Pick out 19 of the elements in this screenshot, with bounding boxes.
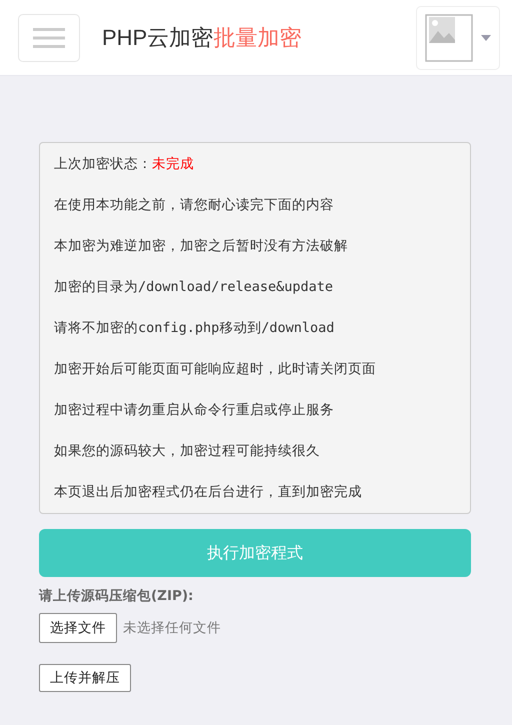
user-menu-button[interactable] [416,6,500,70]
page-title: PHP云加密批量加密 [102,24,302,52]
upload-label: 请上传源码压缩包(ZIP): [39,587,194,605]
image-placeholder-icon [425,14,473,62]
notice-text: 加密过程中请勿重启从命令行重启或停止服务 [54,401,335,420]
menu-icon [33,26,65,48]
notice-text: 加密开始后可能页面可能响应超时，此时请关闭页面 [54,360,377,379]
menu-button[interactable] [18,14,80,62]
notice-text: 本加密为难逆加密，加密之后暂时没有方法破解 [54,237,349,256]
file-status-text: 未选择任何文件 [123,619,221,637]
status-text: 上次加密状态：未完成 [54,155,195,174]
notice-text: 如果您的源码较大，加密过程可能持续很久 [54,442,321,461]
upload-button[interactable]: 上传并解压 [39,664,131,692]
caret-icon [481,34,491,40]
choose-file-button[interactable]: 选择文件 [39,613,117,643]
notice-text: 加密的目录为/download/release&update [54,278,334,297]
notice-text: 本页退出后加密程式仍在后台进行，直到加密完成 [54,483,363,502]
notice-text: 在使用本功能之前，请您耐心读完下面的内容 [54,196,335,215]
notice-text: 请将不加密的config.php移动到/download [54,319,336,338]
